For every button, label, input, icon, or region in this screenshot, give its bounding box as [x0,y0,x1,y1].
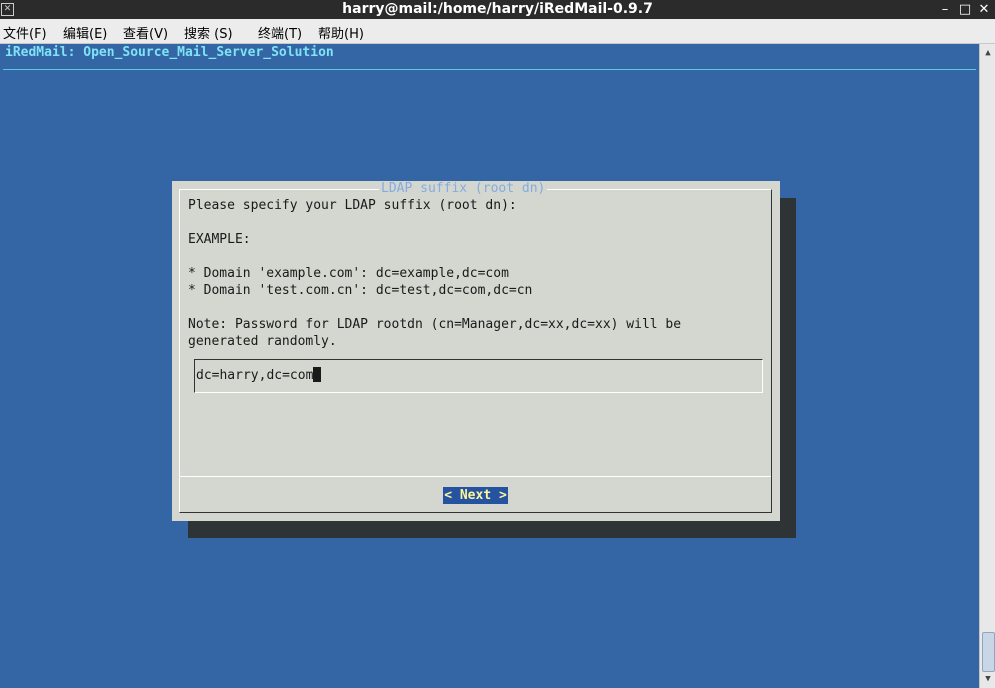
window-title: harry@mail:/home/harry/iRedMail-0.9.7 [342,1,653,17]
backtitle-divider [3,69,976,70]
dialog-example-heading: EXAMPLE: [188,232,251,247]
terminal-app-icon: ✕ [1,3,14,16]
dialog-prompt-line: Please specify your LDAP suffix (root dn… [188,198,517,213]
scroll-up-icon[interactable]: ▲ [980,46,995,60]
dialog-example-line: * Domain 'example.com': dc=example,dc=co… [188,266,509,281]
window-titlebar: ✕ harry@mail:/home/harry/iRedMail-0.9.7 … [0,0,995,19]
text-cursor [313,367,322,382]
dialog-note-line: generated randomly. [188,334,337,349]
menu-edit[interactable]: 编辑(E) [63,23,107,42]
menu-view[interactable]: 查看(V) [123,23,168,42]
close-icon[interactable]: ✕ [974,0,994,19]
input-value-text: dc=harry,dc=com [196,368,314,383]
button-separator [180,476,771,477]
dialog-example-line: * Domain 'test.com.cn': dc=test,dc=com,d… [188,283,533,298]
dialog-frame [179,189,772,513]
menu-search[interactable]: 搜索 (S) [184,23,233,42]
backtitle: iRedMail: Open_Source_Mail_Server_Soluti… [5,45,334,60]
ldap-suffix-input-value: dc=harry,dc=com [196,367,322,383]
menu-terminal[interactable]: 终端(T) [258,23,302,42]
dialog-title: LDAP suffix (root dn) [379,181,548,196]
scrollbar-thumb[interactable] [982,632,995,672]
ldap-suffix-input[interactable]: dc=harry,dc=com [194,359,763,393]
next-button[interactable]: < Next > [443,487,508,504]
maximize-icon[interactable]: □ [955,0,975,19]
ldap-suffix-dialog: LDAP suffix (root dn) Please specify you… [172,181,780,521]
menu-help[interactable]: 帮助(H) [318,23,364,42]
scroll-down-icon[interactable]: ▼ [980,672,995,686]
terminal-scrollbar[interactable]: ▲ ▼ [979,44,995,688]
dialog-note-line: Note: Password for LDAP rootdn (cn=Manag… [188,317,682,332]
menubar: 文件(F) 编辑(E) 查看(V) 搜索 (S) 终端(T) 帮助(H) [0,19,995,44]
minimize-icon[interactable]: – [935,0,955,19]
menu-file[interactable]: 文件(F) [3,23,47,42]
